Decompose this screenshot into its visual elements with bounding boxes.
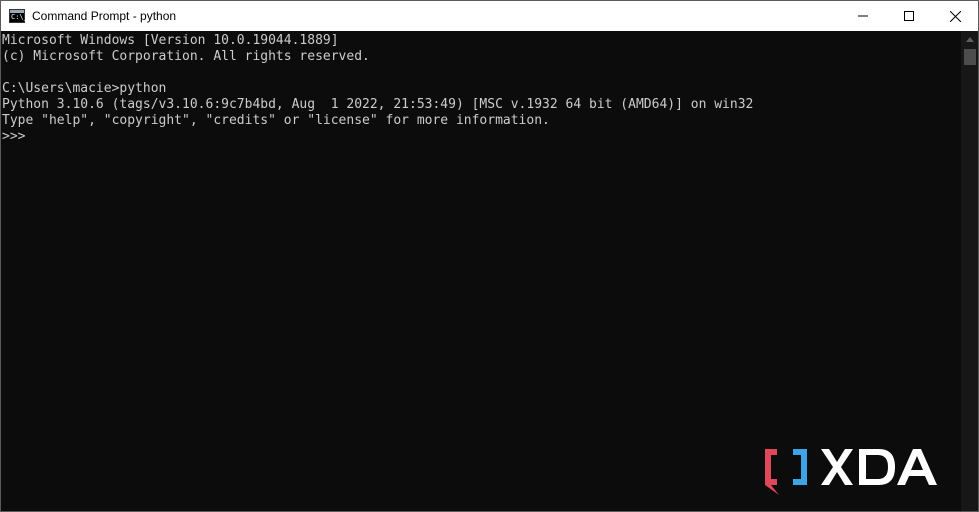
cmd-icon-text: C:\_: [11, 13, 28, 21]
scroll-thumb[interactable]: [964, 49, 976, 65]
close-button[interactable]: [932, 1, 978, 31]
scroll-up-arrow-icon: [965, 37, 974, 42]
console-prompt[interactable]: >>>: [2, 129, 25, 145]
maximize-button[interactable]: [886, 1, 932, 31]
console-line: Microsoft Windows [Version 10.0.19044.18…: [2, 33, 339, 48]
minimize-icon: [858, 15, 868, 17]
window-title: Command Prompt - python: [32, 9, 177, 23]
vertical-scrollbar[interactable]: [961, 31, 978, 511]
command-prompt-window: C:\_ Command Prompt - python Microsoft W…: [0, 0, 979, 512]
console-line: Type "help", "copyright", "credits" or "…: [2, 113, 550, 128]
title-bar[interactable]: C:\_ Command Prompt - python: [1, 1, 978, 31]
xda-logo: [765, 449, 937, 495]
console-line: C:\Users\macie>python: [2, 81, 167, 96]
console-line: Python 3.10.6 (tags/v3.10.6:9c7b4bd, Aug…: [2, 97, 754, 112]
scroll-up-button[interactable]: [961, 31, 978, 48]
close-icon: [949, 10, 961, 22]
minimize-button[interactable]: [840, 1, 886, 31]
console-output[interactable]: Microsoft Windows [Version 10.0.19044.18…: [1, 31, 961, 511]
cmd-icon[interactable]: C:\_: [9, 9, 28, 23]
maximize-icon: [904, 11, 914, 21]
console-line: (c) Microsoft Corporation. All rights re…: [2, 49, 370, 64]
